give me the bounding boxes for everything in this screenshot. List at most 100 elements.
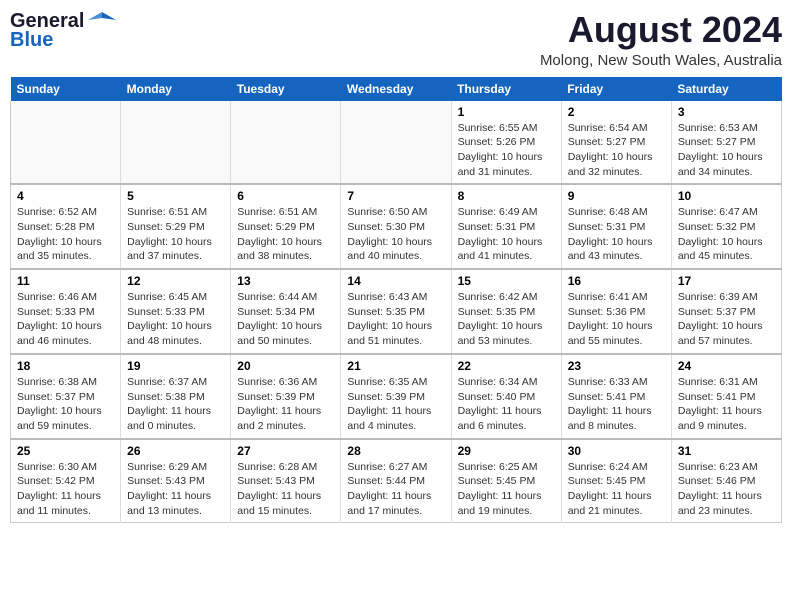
calendar-week-row: 4 Sunrise: 6:52 AM Sunset: 5:28 PM Daylig… bbox=[11, 184, 782, 269]
day-number: 22 bbox=[458, 359, 555, 373]
day-number: 20 bbox=[237, 359, 334, 373]
day-number: 24 bbox=[678, 359, 775, 373]
day-number: 4 bbox=[17, 189, 114, 203]
day-number: 30 bbox=[568, 444, 665, 458]
day-info: Sunrise: 6:55 AM Sunset: 5:26 PM Dayligh… bbox=[458, 121, 555, 180]
calendar-header-row: SundayMondayTuesdayWednesdayThursdayFrid… bbox=[11, 77, 782, 101]
day-info: Sunrise: 6:23 AM Sunset: 5:46 PM Dayligh… bbox=[678, 460, 775, 519]
calendar-cell bbox=[231, 101, 341, 185]
calendar-cell: 4 Sunrise: 6:52 AM Sunset: 5:28 PM Daylig… bbox=[11, 184, 121, 269]
day-info: Sunrise: 6:35 AM Sunset: 5:39 PM Dayligh… bbox=[347, 375, 444, 434]
day-info: Sunrise: 6:33 AM Sunset: 5:41 PM Dayligh… bbox=[568, 375, 665, 434]
calendar-cell: 20 Sunrise: 6:36 AM Sunset: 5:39 PM Dayli… bbox=[231, 354, 341, 439]
day-info: Sunrise: 6:42 AM Sunset: 5:35 PM Dayligh… bbox=[458, 290, 555, 349]
day-info: Sunrise: 6:53 AM Sunset: 5:27 PM Dayligh… bbox=[678, 121, 775, 180]
calendar-cell: 30Sunrise: 6:24 AM Sunset: 5:45 PM Dayli… bbox=[561, 439, 671, 523]
calendar-cell: 31 Sunrise: 6:23 AM Sunset: 5:46 PM Dayli… bbox=[671, 439, 781, 523]
calendar-cell bbox=[11, 101, 121, 185]
day-info: Sunrise: 6:34 AM Sunset: 5:40 PM Dayligh… bbox=[458, 375, 555, 434]
calendar-cell: 6Sunrise: 6:51 AM Sunset: 5:29 PM Daylig… bbox=[231, 184, 341, 269]
calendar-cell: 1 Sunrise: 6:55 AM Sunset: 5:26 PM Daylig… bbox=[451, 101, 561, 185]
calendar-cell: 9Sunrise: 6:48 AM Sunset: 5:31 PM Daylig… bbox=[561, 184, 671, 269]
calendar-cell: 7 Sunrise: 6:50 AM Sunset: 5:30 PM Daylig… bbox=[341, 184, 451, 269]
day-number: 12 bbox=[127, 274, 224, 288]
calendar-cell: 19 Sunrise: 6:37 AM Sunset: 5:38 PM Dayli… bbox=[121, 354, 231, 439]
day-info: Sunrise: 6:37 AM Sunset: 5:38 PM Dayligh… bbox=[127, 375, 224, 434]
day-number: 1 bbox=[458, 105, 555, 119]
calendar-cell: 2Sunrise: 6:54 AM Sunset: 5:27 PM Daylig… bbox=[561, 101, 671, 185]
calendar-cell: 5 Sunrise: 6:51 AM Sunset: 5:29 PM Daylig… bbox=[121, 184, 231, 269]
calendar-cell: 8 Sunrise: 6:49 AM Sunset: 5:31 PM Daylig… bbox=[451, 184, 561, 269]
calendar-week-row: 1 Sunrise: 6:55 AM Sunset: 5:26 PM Daylig… bbox=[11, 101, 782, 185]
logo-bird-icon bbox=[88, 10, 116, 32]
day-number: 7 bbox=[347, 189, 444, 203]
calendar-cell bbox=[121, 101, 231, 185]
day-info: Sunrise: 6:51 AM Sunset: 5:29 PM Dayligh… bbox=[127, 205, 224, 264]
col-header-monday: Monday bbox=[121, 77, 231, 101]
calendar-cell: 29 Sunrise: 6:25 AM Sunset: 5:45 PM Dayli… bbox=[451, 439, 561, 523]
day-number: 13 bbox=[237, 274, 334, 288]
calendar-cell: 12 Sunrise: 6:45 AM Sunset: 5:33 PM Dayli… bbox=[121, 269, 231, 354]
day-number: 14 bbox=[347, 274, 444, 288]
calendar-cell: 27Sunrise: 6:28 AM Sunset: 5:43 PM Dayli… bbox=[231, 439, 341, 523]
day-number: 2 bbox=[568, 105, 665, 119]
logo: General Blue bbox=[10, 10, 116, 50]
page-header: General Blue August 2024 Molong, New Sou… bbox=[10, 10, 782, 69]
calendar-cell: 21 Sunrise: 6:35 AM Sunset: 5:39 PM Dayli… bbox=[341, 354, 451, 439]
day-number: 16 bbox=[568, 274, 665, 288]
day-number: 25 bbox=[17, 444, 114, 458]
day-info: Sunrise: 6:47 AM Sunset: 5:32 PM Dayligh… bbox=[678, 205, 775, 264]
day-info: Sunrise: 6:28 AM Sunset: 5:43 PM Dayligh… bbox=[237, 460, 334, 519]
day-number: 8 bbox=[458, 189, 555, 203]
logo-blue: Blue bbox=[10, 30, 53, 50]
day-number: 11 bbox=[17, 274, 114, 288]
day-info: Sunrise: 6:29 AM Sunset: 5:43 PM Dayligh… bbox=[127, 460, 224, 519]
col-header-thursday: Thursday bbox=[451, 77, 561, 101]
day-info: Sunrise: 6:43 AM Sunset: 5:35 PM Dayligh… bbox=[347, 290, 444, 349]
day-info: Sunrise: 6:30 AM Sunset: 5:42 PM Dayligh… bbox=[17, 460, 114, 519]
title-block: August 2024 Molong, New South Wales, Aus… bbox=[540, 10, 782, 69]
day-number: 26 bbox=[127, 444, 224, 458]
day-info: Sunrise: 6:50 AM Sunset: 5:30 PM Dayligh… bbox=[347, 205, 444, 264]
day-info: Sunrise: 6:27 AM Sunset: 5:44 PM Dayligh… bbox=[347, 460, 444, 519]
calendar-cell: 13Sunrise: 6:44 AM Sunset: 5:34 PM Dayli… bbox=[231, 269, 341, 354]
calendar-cell: 24 Sunrise: 6:31 AM Sunset: 5:41 PM Dayli… bbox=[671, 354, 781, 439]
day-info: Sunrise: 6:38 AM Sunset: 5:37 PM Dayligh… bbox=[17, 375, 114, 434]
day-info: Sunrise: 6:51 AM Sunset: 5:29 PM Dayligh… bbox=[237, 205, 334, 264]
day-number: 15 bbox=[458, 274, 555, 288]
calendar-cell: 28 Sunrise: 6:27 AM Sunset: 5:44 PM Dayli… bbox=[341, 439, 451, 523]
col-header-saturday: Saturday bbox=[671, 77, 781, 101]
col-header-wednesday: Wednesday bbox=[341, 77, 451, 101]
day-number: 18 bbox=[17, 359, 114, 373]
day-info: Sunrise: 6:39 AM Sunset: 5:37 PM Dayligh… bbox=[678, 290, 775, 349]
day-info: Sunrise: 6:45 AM Sunset: 5:33 PM Dayligh… bbox=[127, 290, 224, 349]
day-info: Sunrise: 6:46 AM Sunset: 5:33 PM Dayligh… bbox=[17, 290, 114, 349]
calendar-cell: 10 Sunrise: 6:47 AM Sunset: 5:32 PM Dayli… bbox=[671, 184, 781, 269]
month-year-title: August 2024 bbox=[540, 10, 782, 50]
calendar-cell: 3Sunrise: 6:53 AM Sunset: 5:27 PM Daylig… bbox=[671, 101, 781, 185]
day-info: Sunrise: 6:41 AM Sunset: 5:36 PM Dayligh… bbox=[568, 290, 665, 349]
calendar-cell: 15 Sunrise: 6:42 AM Sunset: 5:35 PM Dayli… bbox=[451, 269, 561, 354]
day-number: 19 bbox=[127, 359, 224, 373]
day-info: Sunrise: 6:36 AM Sunset: 5:39 PM Dayligh… bbox=[237, 375, 334, 434]
calendar-week-row: 11 Sunrise: 6:46 AM Sunset: 5:33 PM Dayli… bbox=[11, 269, 782, 354]
calendar-cell bbox=[341, 101, 451, 185]
col-header-tuesday: Tuesday bbox=[231, 77, 341, 101]
calendar-cell: 11 Sunrise: 6:46 AM Sunset: 5:33 PM Dayli… bbox=[11, 269, 121, 354]
calendar-cell: 22 Sunrise: 6:34 AM Sunset: 5:40 PM Dayli… bbox=[451, 354, 561, 439]
day-number: 28 bbox=[347, 444, 444, 458]
day-number: 5 bbox=[127, 189, 224, 203]
day-number: 29 bbox=[458, 444, 555, 458]
day-number: 10 bbox=[678, 189, 775, 203]
day-number: 23 bbox=[568, 359, 665, 373]
day-info: Sunrise: 6:49 AM Sunset: 5:31 PM Dayligh… bbox=[458, 205, 555, 264]
day-info: Sunrise: 6:52 AM Sunset: 5:28 PM Dayligh… bbox=[17, 205, 114, 264]
day-info: Sunrise: 6:48 AM Sunset: 5:31 PM Dayligh… bbox=[568, 205, 665, 264]
calendar-week-row: 25 Sunrise: 6:30 AM Sunset: 5:42 PM Dayli… bbox=[11, 439, 782, 523]
calendar-cell: 18 Sunrise: 6:38 AM Sunset: 5:37 PM Dayli… bbox=[11, 354, 121, 439]
day-number: 31 bbox=[678, 444, 775, 458]
calendar-table: SundayMondayTuesdayWednesdayThursdayFrid… bbox=[10, 77, 782, 524]
day-info: Sunrise: 6:31 AM Sunset: 5:41 PM Dayligh… bbox=[678, 375, 775, 434]
day-number: 21 bbox=[347, 359, 444, 373]
day-info: Sunrise: 6:25 AM Sunset: 5:45 PM Dayligh… bbox=[458, 460, 555, 519]
